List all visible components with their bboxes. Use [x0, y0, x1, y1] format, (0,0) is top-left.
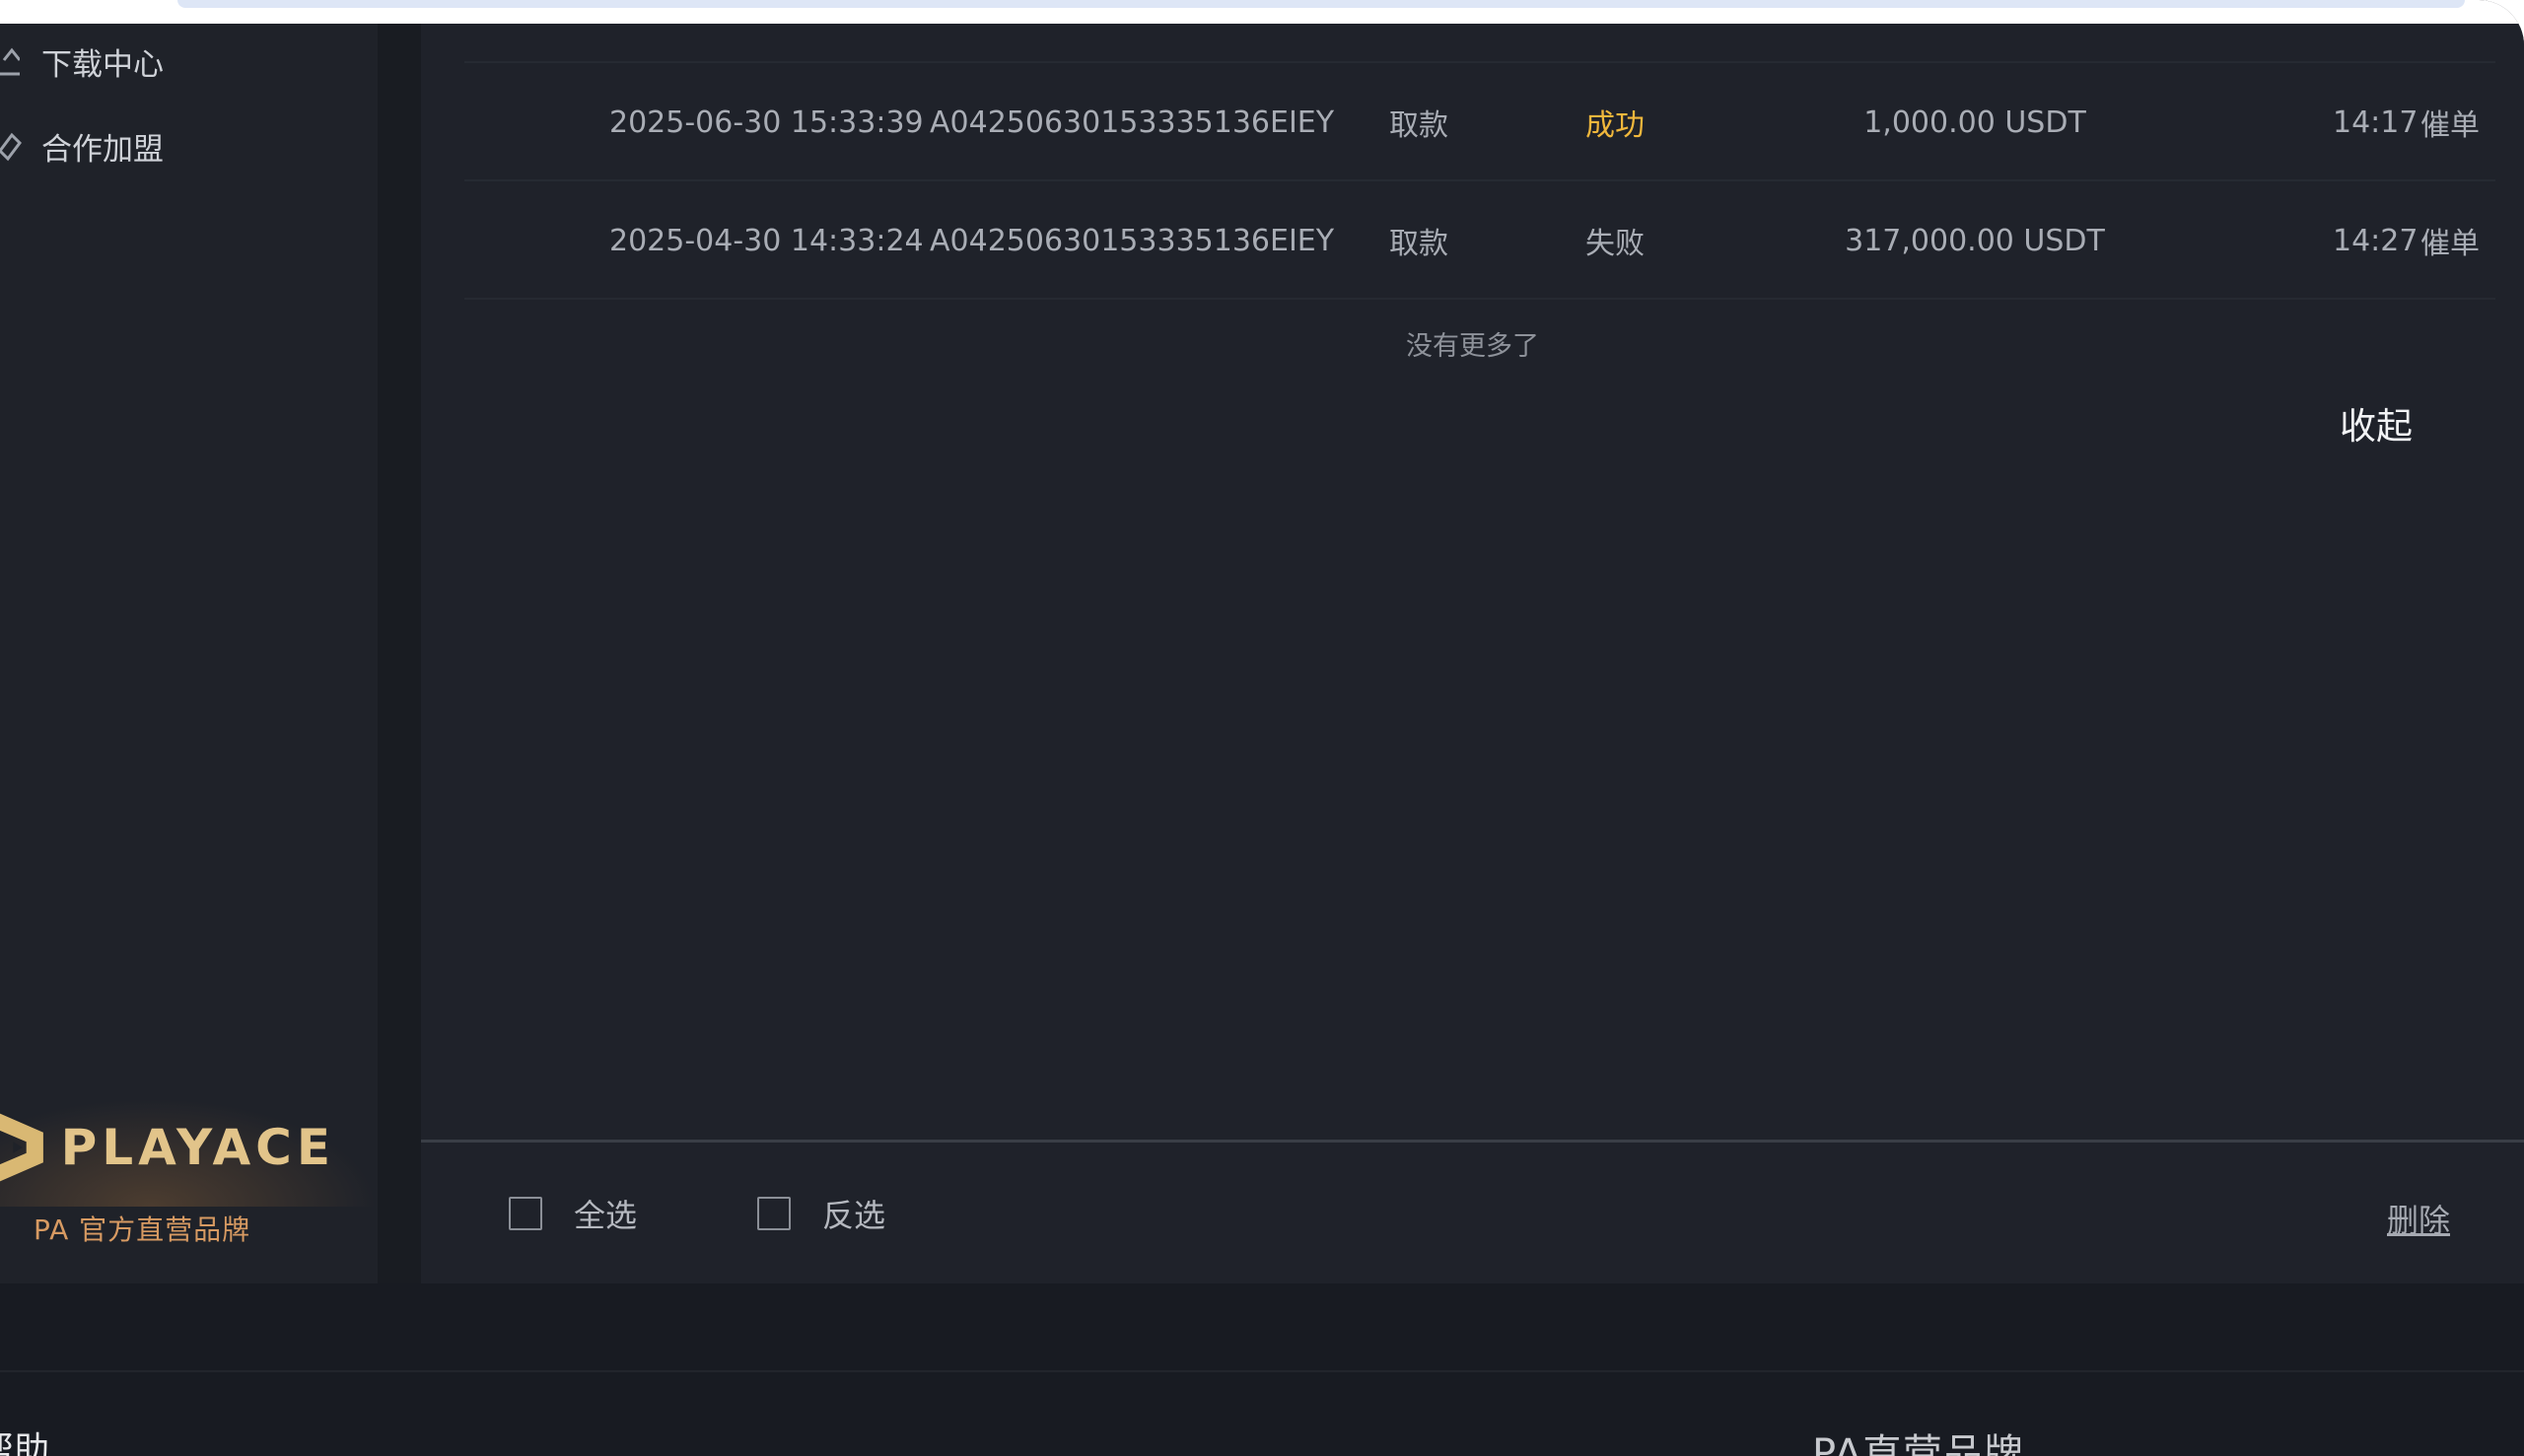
footer-divider	[0, 1370, 2524, 1372]
record-amount: 317,000.00 USDT	[1845, 223, 2105, 258]
sidebar-item-label: 合作加盟	[41, 131, 164, 168]
invert-selection-checkbox[interactable]: 反选	[757, 1184, 885, 1243]
invert-selection-label: 反选	[822, 1197, 886, 1234]
record-date: 2025-06-30 15:33:39	[609, 104, 924, 140]
record-order-id: A04250630153335136EIEY	[930, 104, 1335, 140]
footer-brand-heading: PA直营品牌	[1812, 1431, 2024, 1456]
urge-order-button[interactable]: 催单	[2420, 181, 2480, 300]
brand-subtitle: PA 官方直营品牌	[34, 1213, 251, 1246]
sidebar: 下载中心 合作加盟 PLAYACE PA 官方直营品牌	[0, 24, 378, 1283]
collapse-button[interactable]: 收起	[2340, 396, 2413, 450]
checkbox-box[interactable]	[757, 1197, 791, 1230]
select-all-label: 全选	[574, 1197, 638, 1234]
handshake-icon	[0, 125, 41, 167]
sidebar-gutter	[378, 24, 421, 1283]
record-date: 2025-04-30 14:33:24	[609, 223, 924, 258]
sidebar-item-partnership[interactable]: 合作加盟	[0, 116, 378, 175]
table-row: 2025-06-30 15:33:39 A04250630153335136EI…	[464, 61, 2495, 179]
brand-logo: PLAYACE	[0, 1108, 335, 1187]
records-panel: 2025-06-30 15:33:39 A04250630153335136EI…	[421, 24, 2524, 1283]
page-footer: 帮助 PA直营品牌	[0, 1283, 2524, 1456]
record-status: 失败	[1585, 227, 1645, 261]
top-scroll-edge	[177, 0, 2465, 8]
record-type: 取款	[1389, 108, 1448, 143]
app-frame: 下载中心 合作加盟 PLAYACE PA 官方直营品牌 2025-06-30 1…	[0, 0, 2524, 1456]
bulk-action-bar: 全选 反选 删除	[421, 1140, 2524, 1283]
sidebar-item-download-center[interactable]: 下载中心	[0, 32, 378, 91]
playace-mark-icon	[0, 1113, 43, 1182]
table-divider	[464, 298, 2495, 300]
table-row: 2025-04-30 14:33:24 A04250630153335136EI…	[464, 179, 2495, 298]
download-icon	[0, 40, 41, 82]
footer-help-link[interactable]: 帮助	[0, 1421, 49, 1456]
checkbox-box[interactable]	[509, 1197, 542, 1230]
urge-order-button[interactable]: 催单	[2420, 63, 2480, 181]
record-time: 14:17	[2333, 104, 2419, 140]
record-time: 14:27	[2333, 223, 2419, 258]
record-status: 成功	[1585, 108, 1645, 143]
brand-wordmark: PLAYACE	[60, 1119, 335, 1176]
delete-button[interactable]: 删除	[2387, 1196, 2450, 1241]
record-type: 取款	[1389, 227, 1448, 261]
record-amount: 1,000.00 USDT	[1863, 104, 2086, 140]
sidebar-item-label: 下载中心	[41, 46, 164, 83]
select-all-checkbox[interactable]: 全选	[509, 1184, 637, 1243]
no-more-text: 没有更多了	[1406, 331, 1539, 362]
record-order-id: A04250630153335136EIEY	[930, 223, 1335, 258]
